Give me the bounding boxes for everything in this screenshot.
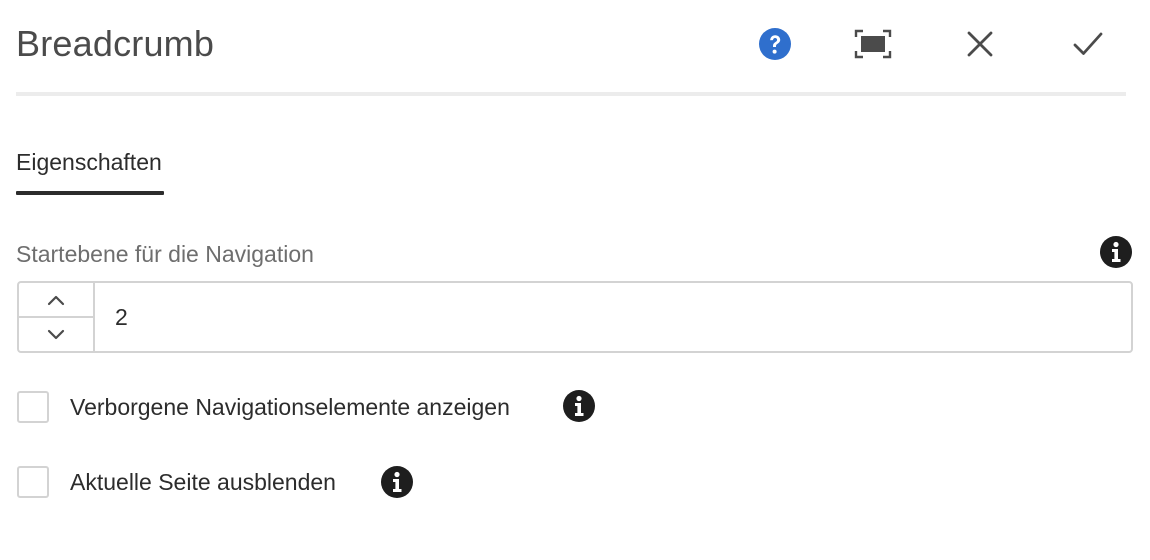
hide-current-row: Aktuelle Seite ausblenden — [17, 464, 336, 500]
show-hidden-row: Verborgene Navigationselemente anzeigen — [17, 389, 510, 425]
increment-button[interactable] — [19, 283, 93, 318]
help-button[interactable] — [753, 22, 797, 66]
show-hidden-checkbox[interactable] — [17, 391, 49, 423]
close-button[interactable] — [958, 22, 1002, 66]
checkmark-icon — [1073, 32, 1103, 55]
tab-selected-indicator — [16, 191, 164, 195]
header-divider — [16, 92, 1126, 96]
hide-current-checkbox[interactable] — [17, 466, 49, 498]
start-level-input[interactable]: 2 — [95, 283, 1131, 351]
hide-current-label[interactable]: Aktuelle Seite ausblenden — [70, 466, 336, 498]
breadcrumb-dialog: Breadcrumb Eigenschaften Startebene für … — [0, 0, 1150, 560]
start-level-label: Startebene für die Navigation — [16, 241, 314, 267]
dialog-title: Breadcrumb — [16, 23, 215, 64]
info-icon[interactable] — [1099, 235, 1133, 269]
info-icon[interactable] — [562, 389, 596, 423]
help-icon — [759, 28, 791, 60]
show-hidden-label[interactable]: Verborgene Navigationselemente anzeigen — [70, 391, 510, 423]
tab-eigenschaften[interactable]: Eigenschaften — [16, 146, 162, 178]
chevron-up-icon — [47, 295, 65, 305]
info-icon[interactable] — [380, 465, 414, 499]
decrement-button[interactable] — [19, 318, 93, 351]
chevron-down-icon — [47, 329, 65, 339]
stepper-buttons — [19, 283, 95, 351]
done-button[interactable] — [1066, 22, 1110, 66]
dialog-header: Breadcrumb — [0, 0, 1150, 94]
close-icon — [967, 31, 993, 57]
start-level-stepper: 2 — [17, 281, 1133, 353]
fullscreen-button[interactable] — [851, 22, 895, 66]
fullscreen-icon — [854, 29, 892, 59]
